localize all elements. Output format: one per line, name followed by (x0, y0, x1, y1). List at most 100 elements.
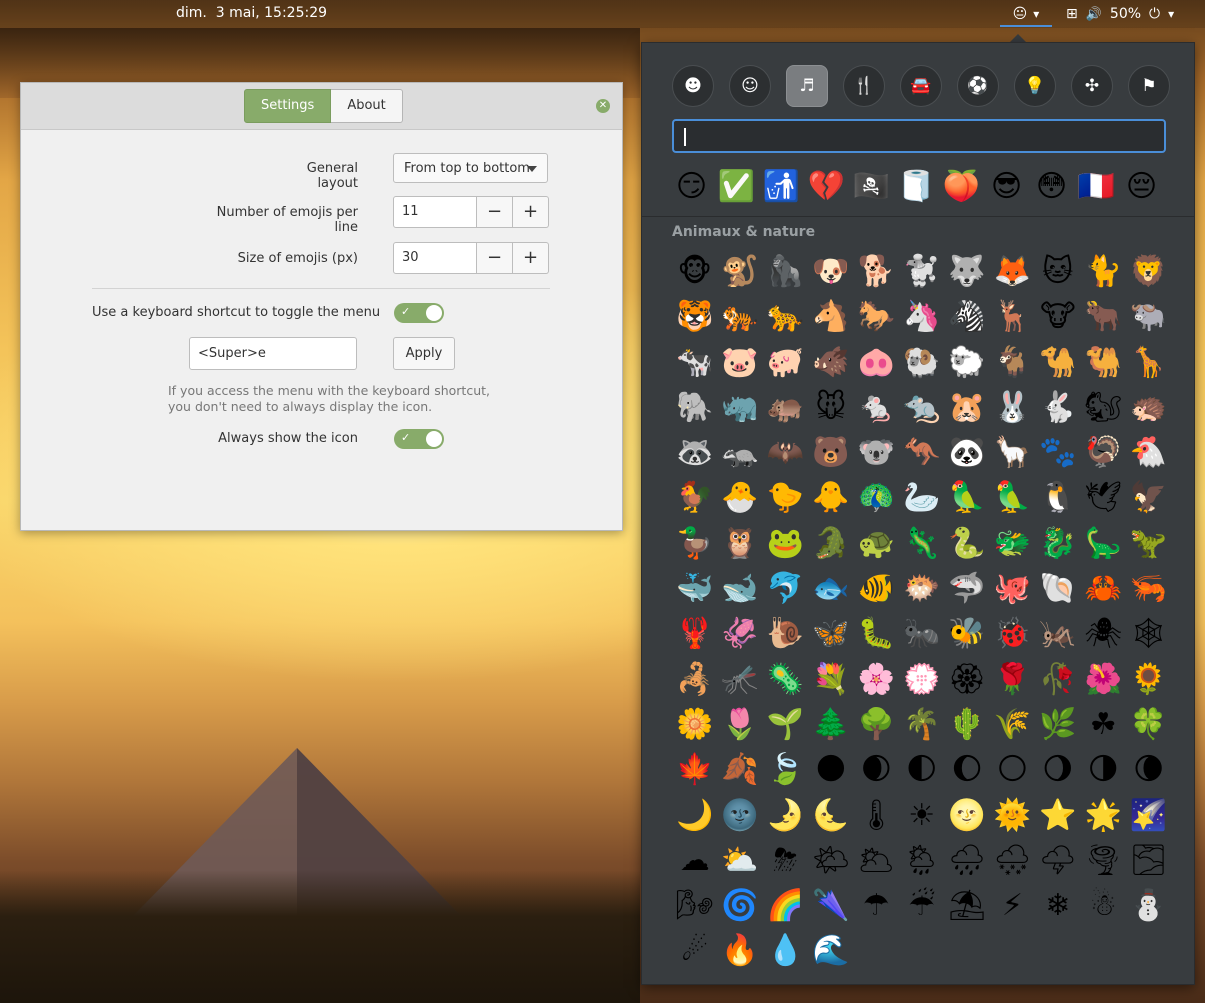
emoji-item[interactable]: 🦜 (990, 475, 1035, 520)
emoji-item[interactable]: ☁ (672, 838, 717, 883)
emoji-item[interactable]: 🐋 (717, 566, 762, 611)
apply-button[interactable]: Apply (393, 337, 455, 370)
emoji-item[interactable]: ⛄ (1126, 883, 1171, 928)
emoji-item[interactable]: 🍂 (717, 747, 762, 792)
emoji-item[interactable]: 🦘 (899, 430, 944, 475)
recent-emoji[interactable]: 😔 (1122, 165, 1161, 209)
category-food-button[interactable]: 🍴 (843, 65, 885, 107)
recent-emoji[interactable]: 🇫🇷 (1077, 165, 1116, 209)
emoji-item[interactable]: 🌒 (854, 747, 899, 792)
emoji-item[interactable]: 🌂 (808, 883, 853, 928)
emoji-item[interactable]: 🐐 (990, 340, 1035, 385)
emoji-item[interactable]: 🌤 (808, 838, 853, 883)
emoji-item[interactable]: 🐟 (808, 566, 853, 611)
emoji-item[interactable]: ❄ (1035, 883, 1080, 928)
emoji-item[interactable]: 🌺 (1081, 657, 1126, 702)
emoji-item[interactable]: 🌧 (944, 838, 989, 883)
emoji-item[interactable]: 🦕 (1081, 521, 1126, 566)
emoji-item[interactable]: ☔ (899, 883, 944, 928)
category-symbols-button[interactable]: ✣ (1071, 65, 1113, 107)
emoji-item[interactable]: 🐰 (990, 385, 1035, 430)
emoji-item[interactable]: 🐍 (944, 521, 989, 566)
emoji-item[interactable]: 🌾 (990, 702, 1035, 747)
system-tray[interactable]: ⊞ 🔊 50% ⏻ ▾ (1066, 3, 1174, 25)
emoji-item[interactable]: 🌛 (763, 793, 808, 838)
emoji-item[interactable]: 🦢 (899, 475, 944, 520)
category-flags-button[interactable]: ⚑ (1128, 65, 1170, 107)
emoji-item[interactable]: 🦃 (1081, 430, 1126, 475)
emoji-item[interactable]: 🦠 (763, 657, 808, 702)
emoji-item[interactable]: 🌳 (854, 702, 899, 747)
emoji-item[interactable]: 🐂 (1081, 294, 1126, 339)
emoji-item[interactable]: 🐧 (1035, 475, 1080, 520)
emoji-item[interactable]: 🦔 (1126, 385, 1171, 430)
shortcut-input[interactable]: <Super>e (189, 337, 357, 370)
emoji-item[interactable]: 🍀 (1126, 702, 1171, 747)
emoji-item[interactable]: 🌩 (1035, 838, 1080, 883)
emoji-item[interactable]: 🕷 (1081, 611, 1126, 656)
emoji-item[interactable]: 🐯 (672, 294, 717, 339)
emoji-item[interactable]: 🐘 (672, 385, 717, 430)
emoji-item[interactable]: 🐽 (854, 340, 899, 385)
emoji-item[interactable]: 🕊 (1081, 475, 1126, 520)
emoji-item[interactable]: 🐾 (1035, 430, 1080, 475)
tab-about[interactable]: About (331, 89, 403, 123)
emoji-item[interactable]: 🌘 (1126, 747, 1171, 792)
emoji-item[interactable]: 🐖 (763, 340, 808, 385)
emoji-item[interactable]: 🐡 (899, 566, 944, 611)
emoji-item[interactable]: 🌼 (672, 702, 717, 747)
emoji-item[interactable]: 🦡 (717, 430, 762, 475)
recent-emoji[interactable]: 🏴‍☠️ (852, 165, 891, 209)
emoji-item[interactable]: 🌡 (854, 793, 899, 838)
emoji-item[interactable]: 🐻 (808, 430, 853, 475)
emoji-item[interactable]: 🐏 (899, 340, 944, 385)
emoji-item[interactable]: 🐪 (1035, 340, 1080, 385)
emoji-item[interactable]: 🌴 (899, 702, 944, 747)
emoji-item[interactable]: 🦈 (944, 566, 989, 611)
emoji-item[interactable]: 🐚 (1035, 566, 1080, 611)
emoji-item[interactable]: 🦍 (763, 249, 808, 294)
emoji-item[interactable]: 🌷 (717, 702, 762, 747)
emoji-item[interactable]: 🦇 (763, 430, 808, 475)
emoji-item[interactable]: 🦝 (672, 430, 717, 475)
emoji-item[interactable]: 🐃 (1126, 294, 1171, 339)
emoji-item[interactable]: 🐇 (1035, 385, 1080, 430)
emoji-item[interactable]: 🌙 (672, 793, 717, 838)
emoji-item[interactable]: 🌵 (944, 702, 989, 747)
emoji-item[interactable]: 🐀 (899, 385, 944, 430)
emoji-item[interactable]: 🐺 (944, 249, 989, 294)
emoji-item[interactable]: 🐤 (763, 475, 808, 520)
emoji-item[interactable]: 🐙 (990, 566, 1035, 611)
emoji-item[interactable]: 🐊 (808, 521, 853, 566)
emoji-item[interactable]: 🌹 (990, 657, 1035, 702)
recent-emoji[interactable]: 🚮 (762, 165, 801, 209)
emoji-item[interactable]: 🌿 (1035, 702, 1080, 747)
emoji-item[interactable]: 🐕 (854, 249, 899, 294)
increase-button[interactable]: + (513, 242, 549, 274)
emoji-item[interactable]: 🌫 (1126, 838, 1171, 883)
recent-emoji[interactable]: 😳 (1032, 165, 1071, 209)
emoji-item[interactable]: 🦎 (899, 521, 944, 566)
emoji-item[interactable]: 🐩 (899, 249, 944, 294)
emoji-item[interactable]: 🐵 (672, 249, 717, 294)
emoji-item[interactable]: 🦖 (1126, 521, 1171, 566)
emoji-item[interactable]: 🌠 (1126, 793, 1171, 838)
emoji-item[interactable]: 🦑 (717, 611, 762, 656)
emoji-item[interactable]: 🌑 (808, 747, 853, 792)
emoji-item[interactable]: 🐥 (808, 475, 853, 520)
emoji-item[interactable]: 🐈 (1081, 249, 1126, 294)
emoji-item[interactable]: 🌲 (808, 702, 853, 747)
emoji-item[interactable]: 🐮 (1035, 294, 1080, 339)
emoji-item[interactable]: 🏵 (944, 657, 989, 702)
emoji-item[interactable]: 🦐 (1126, 566, 1171, 611)
emoji-item[interactable]: 🦄 (899, 294, 944, 339)
emoji-item[interactable]: 🐎 (854, 294, 899, 339)
emoji-item[interactable]: 🌔 (944, 747, 989, 792)
recent-emoji[interactable]: 💔 (807, 165, 846, 209)
emoji-item[interactable]: 🕸 (1126, 611, 1171, 656)
category-objects-button[interactable]: 💡 (1014, 65, 1056, 107)
emoji-item[interactable]: 🌥 (854, 838, 899, 883)
emoji-item[interactable]: 🐒 (717, 249, 762, 294)
emoji-item[interactable]: 🦟 (717, 657, 762, 702)
emoji-item[interactable]: 🐸 (763, 521, 808, 566)
